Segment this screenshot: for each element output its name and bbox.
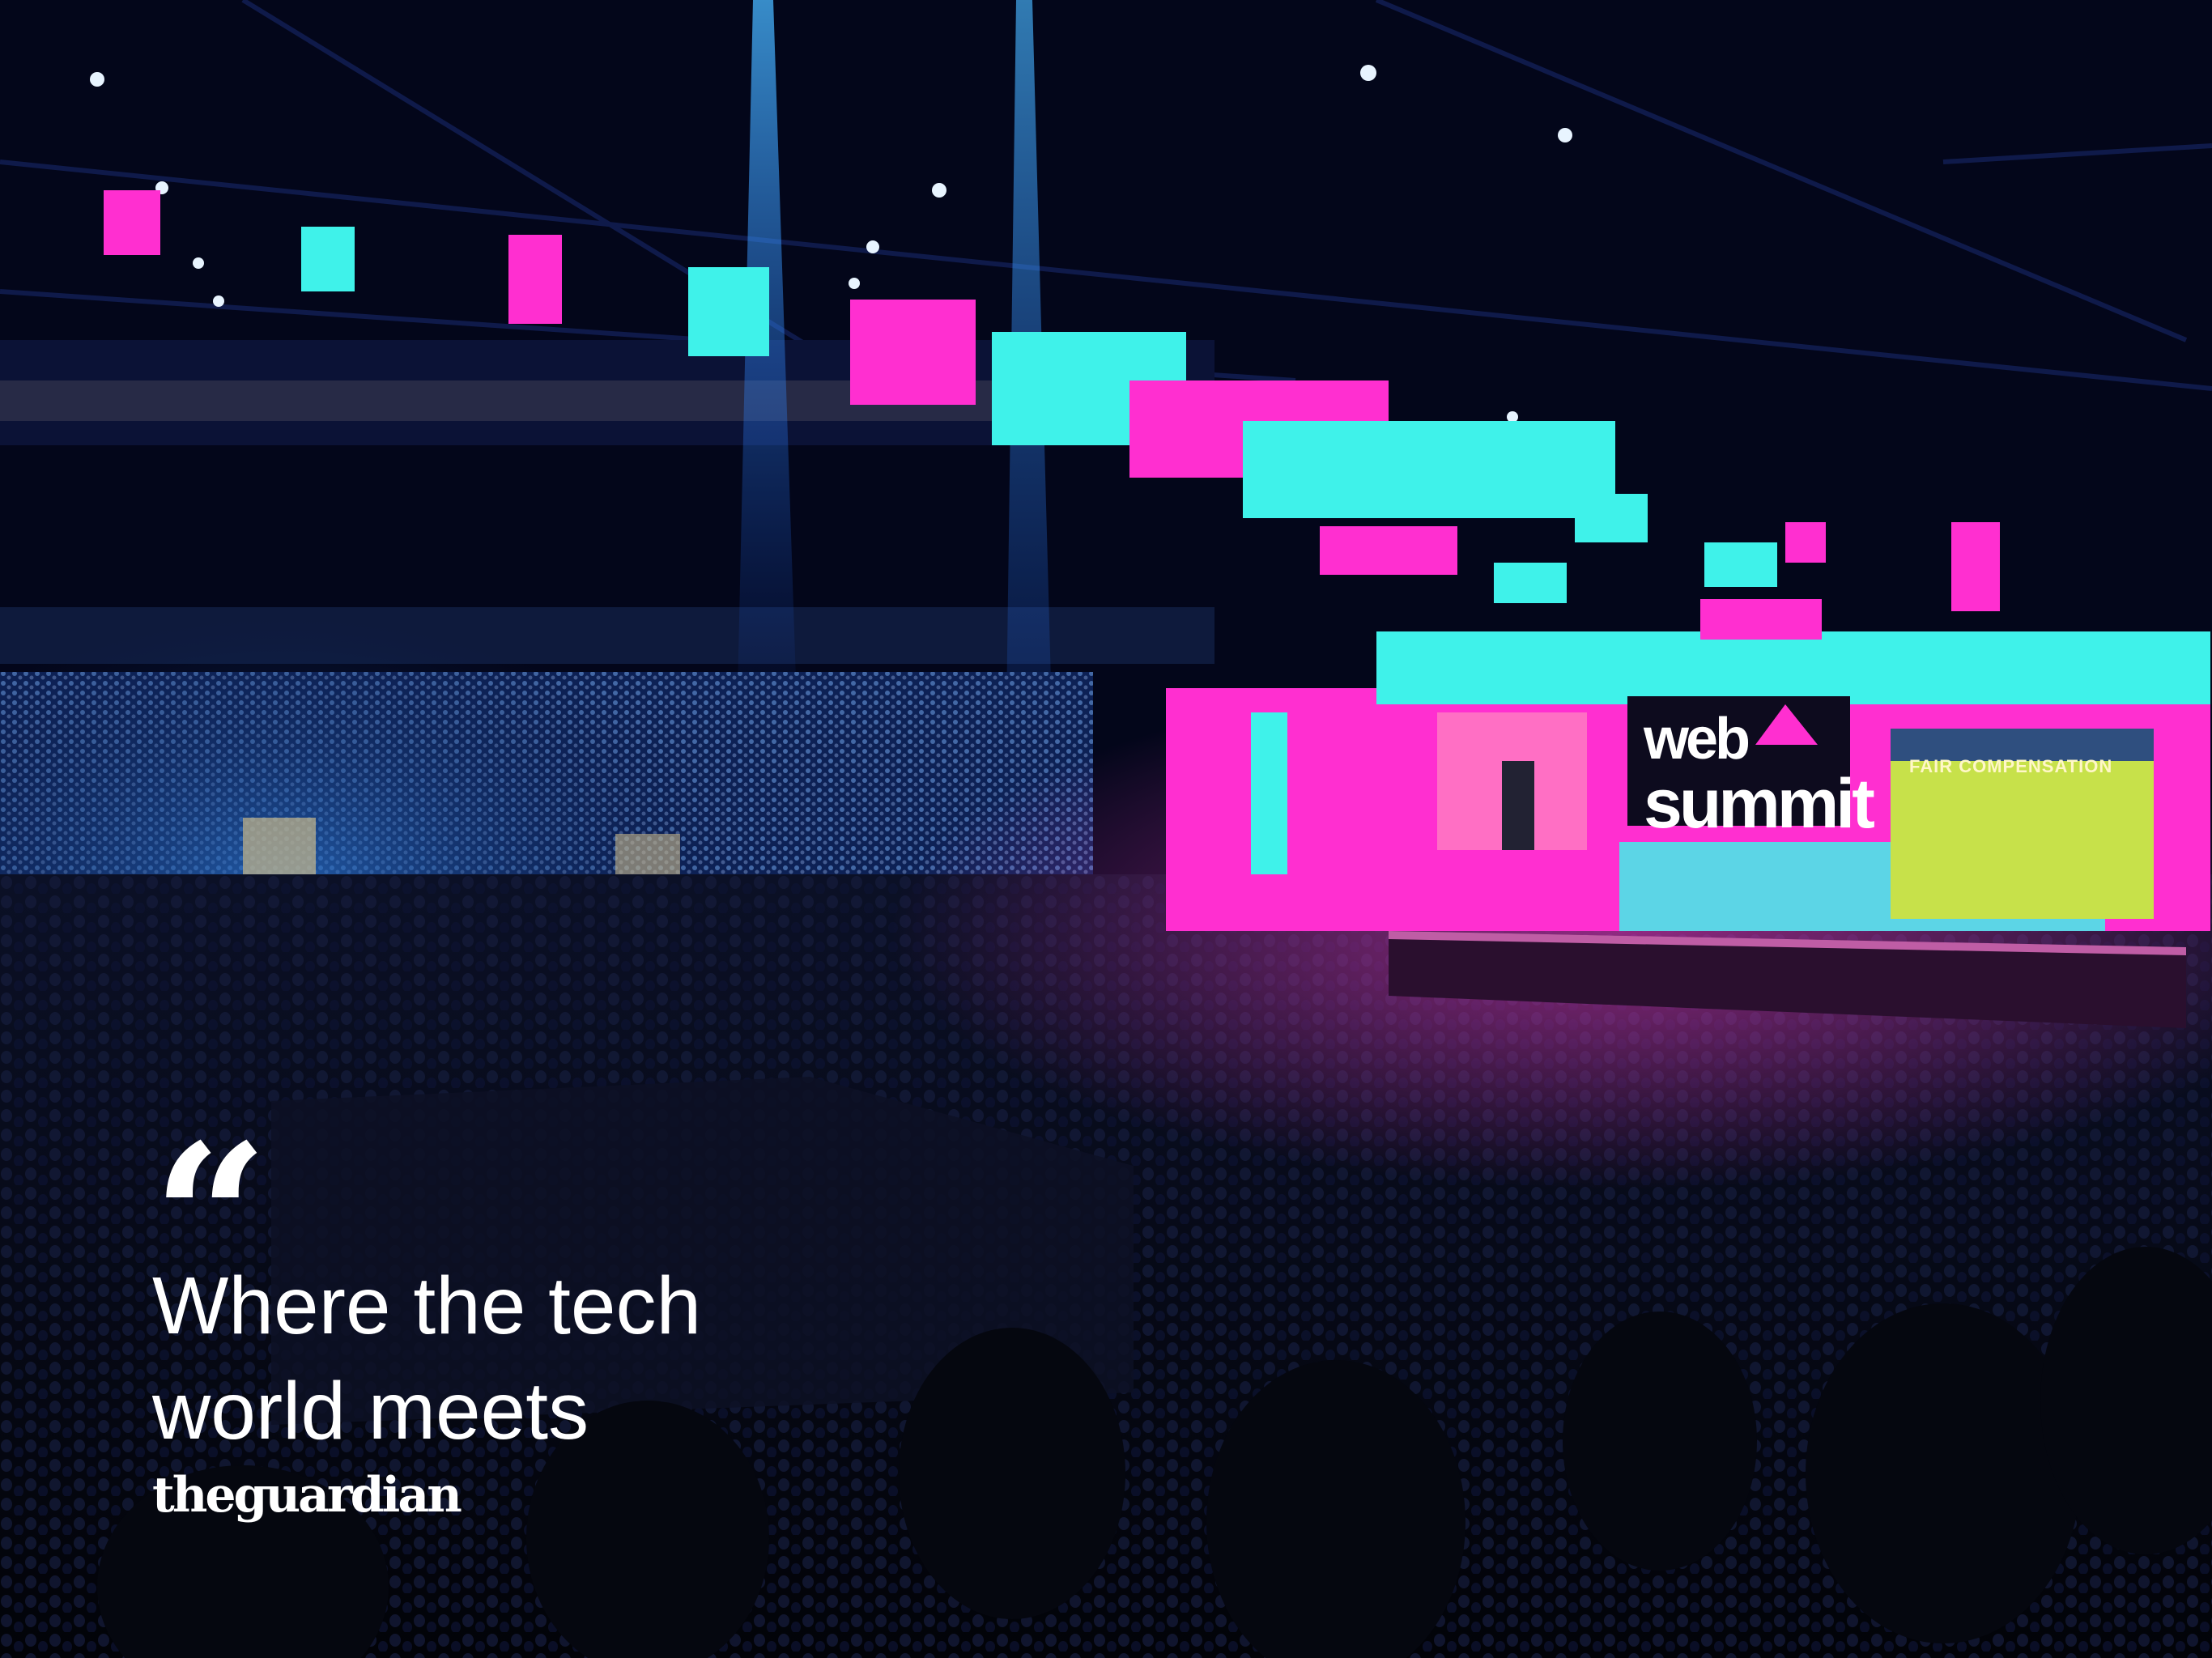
web-summit-logo-panel: [1627, 696, 1850, 826]
arena-photo: [0, 0, 2212, 1658]
